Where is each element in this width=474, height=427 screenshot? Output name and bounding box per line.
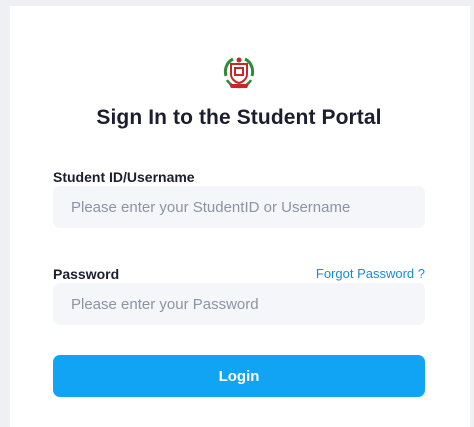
page-title: Sign In to the Student Portal	[96, 106, 382, 129]
password-input[interactable]	[53, 283, 425, 325]
forgot-password-link[interactable]: Forgot Password ?	[316, 266, 425, 281]
login-button[interactable]: Login	[53, 355, 425, 397]
username-label: Student ID/Username	[53, 169, 195, 185]
school-crest-icon	[219, 52, 259, 92]
password-label: Password	[53, 266, 120, 282]
login-card: Sign In to the Student Portal Student ID…	[10, 6, 470, 427]
username-input[interactable]	[53, 186, 425, 228]
